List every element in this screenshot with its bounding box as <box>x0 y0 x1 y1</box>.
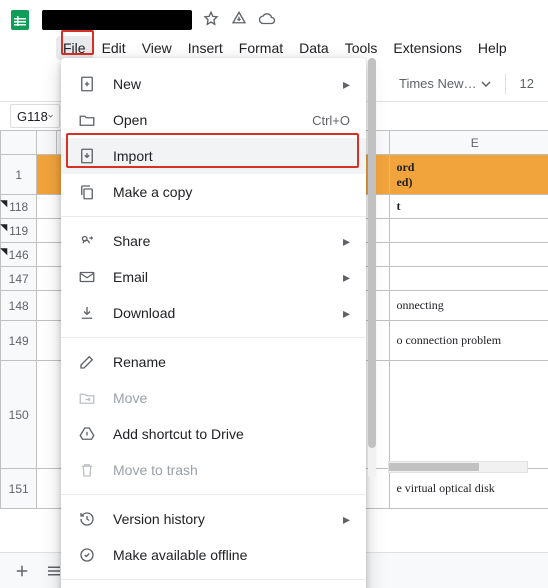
menu-item-move: Move <box>61 380 366 416</box>
font-family-selector[interactable]: Times New… <box>393 72 497 95</box>
star-icon[interactable] <box>202 10 220 31</box>
col-header[interactable] <box>37 131 57 155</box>
row-header[interactable]: 147 <box>1 267 37 291</box>
sheets-logo[interactable] <box>8 8 32 32</box>
menu-extensions[interactable]: Extensions <box>386 36 468 60</box>
menu-item-offline[interactable]: Make available offline <box>61 537 366 573</box>
cell[interactable] <box>390 243 548 267</box>
chevron-down-icon <box>48 111 53 121</box>
row-header[interactable]: 119 <box>1 219 37 243</box>
email-icon <box>77 267 97 287</box>
menu-item-make-copy[interactable]: Make a copy <box>61 174 366 210</box>
row-header[interactable]: 149 <box>1 321 37 361</box>
menu-item-add-shortcut[interactable]: Add shortcut to Drive <box>61 416 366 452</box>
history-icon <box>77 509 97 529</box>
document-title[interactable] <box>42 10 192 30</box>
cell[interactable] <box>390 361 548 469</box>
menu-help[interactable]: Help <box>471 36 514 60</box>
move-to-drive-icon[interactable] <box>230 10 248 31</box>
download-icon <box>77 303 97 323</box>
col-header-e[interactable]: E <box>390 131 548 155</box>
import-icon <box>77 146 97 166</box>
select-all-corner[interactable] <box>1 131 37 155</box>
menu-separator <box>61 579 366 580</box>
menu-item-import[interactable]: Import <box>61 138 366 174</box>
menu-insert[interactable]: Insert <box>181 36 230 60</box>
row-header[interactable]: 146 <box>1 243 37 267</box>
trash-icon <box>77 460 97 480</box>
submenu-arrow-icon: ▸ <box>343 511 350 528</box>
cell[interactable]: e virtual optical disk <box>390 469 548 509</box>
row-header[interactable]: 150 <box>1 361 37 469</box>
menu-edit[interactable]: Edit <box>95 36 133 60</box>
row-header[interactable]: 118 <box>1 195 37 219</box>
menu-item-open[interactable]: Open Ctrl+O <box>61 102 366 138</box>
chevron-down-icon <box>481 79 491 89</box>
menu-item-download[interactable]: Download ▸ <box>61 295 366 331</box>
new-doc-icon <box>77 74 97 94</box>
add-sheet-button[interactable] <box>8 557 36 585</box>
menu-item-share[interactable]: Share ▸ <box>61 223 366 259</box>
menu-item-new[interactable]: New ▸ <box>61 66 366 102</box>
copy-icon <box>77 182 97 202</box>
name-box[interactable]: G118 <box>10 104 60 128</box>
titlebar <box>0 0 548 34</box>
folder-open-icon <box>77 110 97 130</box>
menu-format[interactable]: Format <box>232 36 290 60</box>
row-header[interactable]: 148 <box>1 291 37 321</box>
share-icon <box>77 231 97 251</box>
font-family-label: Times New… <box>399 76 477 91</box>
shortcut-label: Ctrl+O <box>312 113 350 128</box>
horizontal-scrollbar[interactable] <box>388 461 528 473</box>
dropdown-scrollbar-thumb[interactable] <box>368 58 376 448</box>
menu-item-trash: Move to trash <box>61 452 366 488</box>
cloud-status-icon[interactable] <box>258 10 276 31</box>
font-size-label: 12 <box>520 76 534 91</box>
drive-shortcut-icon <box>77 424 97 444</box>
menu-item-version-history[interactable]: Version history ▸ <box>61 501 366 537</box>
menu-separator <box>61 216 366 217</box>
cell[interactable] <box>37 155 57 195</box>
cell[interactable]: orded) <box>390 155 548 195</box>
menu-view[interactable]: View <box>135 36 179 60</box>
menu-data[interactable]: Data <box>292 36 336 60</box>
submenu-arrow-icon: ▸ <box>343 305 350 322</box>
cell[interactable] <box>390 219 548 243</box>
submenu-arrow-icon: ▸ <box>343 233 350 250</box>
plus-icon <box>13 562 31 580</box>
menu-file[interactable]: File <box>56 36 93 60</box>
font-size-selector[interactable]: 12 <box>514 72 540 95</box>
cell[interactable] <box>37 243 57 267</box>
cell[interactable] <box>37 291 57 321</box>
row-header[interactable]: 1 <box>1 155 37 195</box>
cell[interactable] <box>37 195 57 219</box>
cell[interactable]: t <box>390 195 548 219</box>
move-icon <box>77 388 97 408</box>
submenu-arrow-icon: ▸ <box>343 76 350 93</box>
menu-tools[interactable]: Tools <box>338 36 385 60</box>
menu-separator <box>61 337 366 338</box>
cell[interactable] <box>37 321 57 361</box>
submenu-arrow-icon: ▸ <box>343 269 350 286</box>
cell[interactable]: o connection problem <box>390 321 548 361</box>
menu-item-email[interactable]: Email ▸ <box>61 259 366 295</box>
cell[interactable] <box>390 267 548 291</box>
rename-icon <box>77 352 97 372</box>
file-menu-dropdown: New ▸ Open Ctrl+O Import Make a copy Sha… <box>61 58 366 588</box>
menu-separator <box>61 494 366 495</box>
menu-item-rename[interactable]: Rename <box>61 344 366 380</box>
offline-icon <box>77 545 97 565</box>
cell[interactable] <box>37 219 57 243</box>
cell[interactable] <box>37 469 57 509</box>
cell[interactable]: onnecting <box>390 291 548 321</box>
cell[interactable] <box>37 267 57 291</box>
cell[interactable] <box>37 361 57 469</box>
row-header[interactable]: 151 <box>1 469 37 509</box>
